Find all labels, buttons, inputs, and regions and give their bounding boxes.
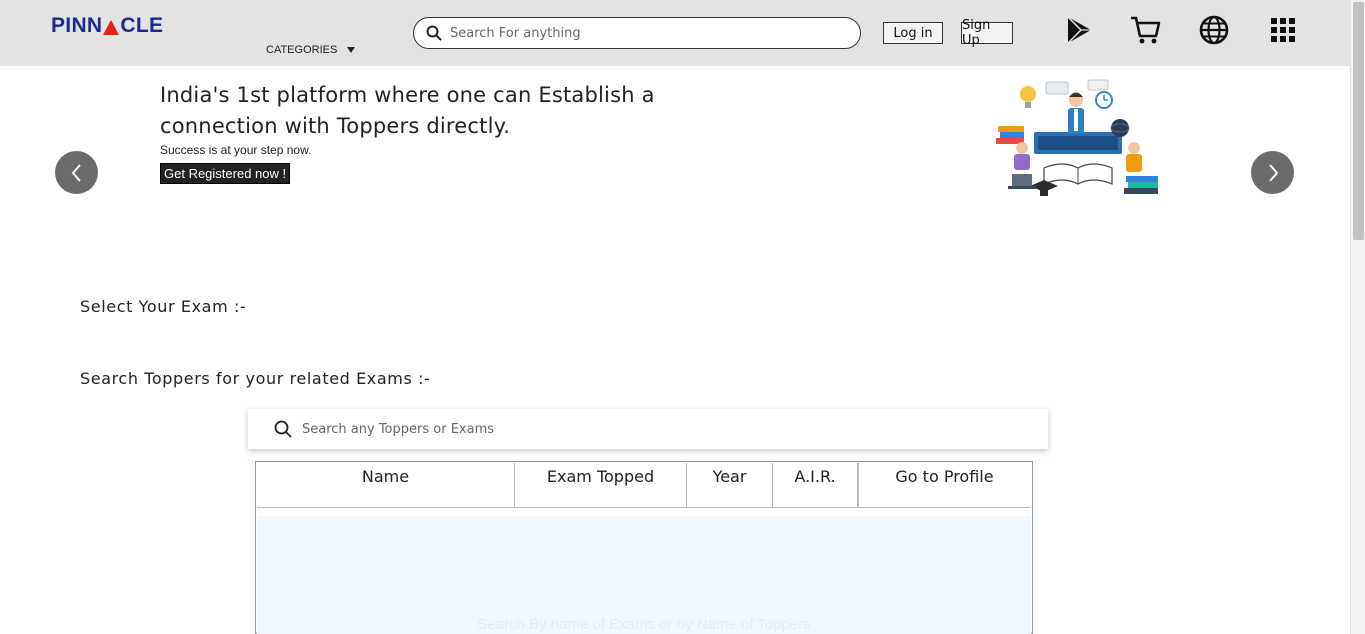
pinnacle-logo[interactable]: PINN CLE <box>51 14 163 38</box>
topper-search-bar[interactable] <box>248 409 1048 449</box>
hero-title: India's 1st platform where one can Estab… <box>160 83 655 138</box>
column-header-year[interactable]: Year <box>687 463 773 508</box>
scrollbar-thumb[interactable] <box>1353 2 1364 240</box>
hero-subtitle: Success is at your step now. <box>160 143 312 157</box>
column-header-exam-topped[interactable]: Exam Topped <box>515 463 687 508</box>
top-search-bar[interactable] <box>413 17 861 49</box>
table-body: Search By name of Exams or by Name of To… <box>257 516 1031 634</box>
carousel-prev-button[interactable] <box>55 151 98 194</box>
logo-triangle-icon <box>103 20 120 35</box>
signup-button[interactable]: Sign Up <box>961 18 1013 48</box>
globe-icon[interactable] <box>1198 14 1230 46</box>
column-header-air[interactable]: A.I.R. <box>773 463 858 508</box>
caret-down-icon <box>347 47 356 53</box>
table-header-row: Name Exam Topped Year A.I.R. Go to Profi… <box>257 463 1030 508</box>
column-header-go-to-profile[interactable]: Go to Profile <box>858 463 1030 508</box>
chevron-right-icon <box>1268 163 1278 182</box>
header: PINN CLE CATEGORIES Log in Sign Up <box>0 0 1350 66</box>
logo-text-end: CLE <box>120 14 164 37</box>
top-search-input[interactable] <box>450 25 830 41</box>
play-store-icon[interactable] <box>1063 14 1095 46</box>
column-header-name[interactable]: Name <box>257 463 515 508</box>
login-button[interactable]: Log in <box>883 22 943 44</box>
hero-illustration <box>988 76 1168 226</box>
cart-icon[interactable] <box>1129 14 1161 46</box>
carousel-next-button[interactable] <box>1251 151 1294 194</box>
table-empty-message: Search By name of Exams or by Name of To… <box>477 616 811 633</box>
get-registered-button[interactable]: Get Registered now ! <box>160 163 291 184</box>
search-toppers-label: Search Toppers for your related Exams :- <box>80 369 431 388</box>
chevron-left-icon <box>71 163 81 182</box>
categories-dropdown[interactable]: CATEGORIES <box>266 44 356 56</box>
topper-search-input[interactable] <box>302 421 1002 437</box>
apps-grid-icon[interactable] <box>1267 14 1299 46</box>
logo-text-start: PINN <box>51 14 103 37</box>
select-exam-label: Select Your Exam :- <box>80 297 247 316</box>
search-icon <box>426 25 442 41</box>
search-icon <box>274 420 292 438</box>
toppers-table: Name Exam Topped Year A.I.R. Go to Profi… <box>255 461 1033 634</box>
page-scrollbar[interactable] <box>1350 0 1365 634</box>
categories-label: CATEGORIES <box>266 44 338 56</box>
